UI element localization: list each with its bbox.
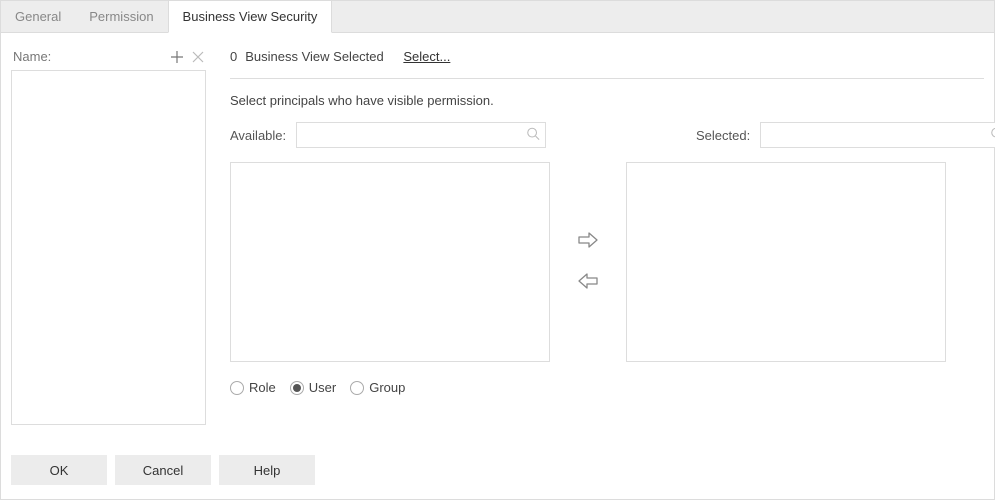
left-pane: Name: bbox=[11, 49, 206, 489]
select-business-view-link[interactable]: Select... bbox=[403, 49, 450, 64]
radio-role-label: Role bbox=[249, 380, 276, 395]
cancel-button[interactable]: Cancel bbox=[115, 455, 211, 485]
tab-business-view-security[interactable]: Business View Security bbox=[168, 1, 333, 33]
radio-icon bbox=[230, 381, 244, 395]
radio-group-label: Group bbox=[369, 380, 405, 395]
radio-role[interactable]: Role bbox=[230, 380, 276, 395]
selected-search-input[interactable] bbox=[760, 122, 995, 148]
move-left-button[interactable] bbox=[575, 270, 601, 295]
tab-general[interactable]: General bbox=[1, 1, 75, 32]
available-label: Available: bbox=[230, 128, 286, 143]
radio-user-label: User bbox=[309, 380, 336, 395]
name-label: Name: bbox=[13, 49, 51, 64]
tab-permission[interactable]: Permission bbox=[75, 1, 167, 32]
move-right-button[interactable] bbox=[575, 229, 601, 254]
radio-user[interactable]: User bbox=[290, 380, 336, 395]
instruction-text: Select principals who have visible permi… bbox=[230, 93, 984, 108]
plus-icon[interactable] bbox=[170, 50, 184, 64]
selected-label: Selected: bbox=[696, 128, 750, 143]
name-list[interactable] bbox=[11, 70, 206, 425]
selected-list[interactable] bbox=[626, 162, 946, 362]
dialog-buttons: OK Cancel Help bbox=[11, 455, 315, 485]
right-pane: 0 Business View Selected Select... Selec… bbox=[206, 49, 984, 489]
left-pane-header: Name: bbox=[11, 49, 206, 70]
business-view-count-row: 0 Business View Selected Select... bbox=[230, 49, 984, 78]
help-button[interactable]: Help bbox=[219, 455, 315, 485]
bv-count: 0 bbox=[230, 49, 237, 64]
dual-list-row bbox=[230, 162, 984, 362]
content-area: Name: 0 Business View Selected Select... bbox=[1, 33, 994, 499]
close-icon[interactable] bbox=[192, 51, 204, 63]
tab-bar: General Permission Business View Securit… bbox=[1, 1, 994, 33]
picker-header-row: Available: Selected: bbox=[230, 122, 984, 148]
transfer-arrows bbox=[568, 229, 608, 295]
bv-count-suffix: Business View Selected bbox=[245, 49, 384, 64]
radio-icon bbox=[290, 381, 304, 395]
dialog-window: General Permission Business View Securit… bbox=[0, 0, 995, 500]
radio-icon bbox=[350, 381, 364, 395]
radio-group[interactable]: Group bbox=[350, 380, 405, 395]
ok-button[interactable]: OK bbox=[11, 455, 107, 485]
available-list[interactable] bbox=[230, 162, 550, 362]
available-search-input[interactable] bbox=[296, 122, 546, 148]
principal-type-radios: Role User Group bbox=[230, 380, 984, 395]
divider bbox=[230, 78, 984, 79]
